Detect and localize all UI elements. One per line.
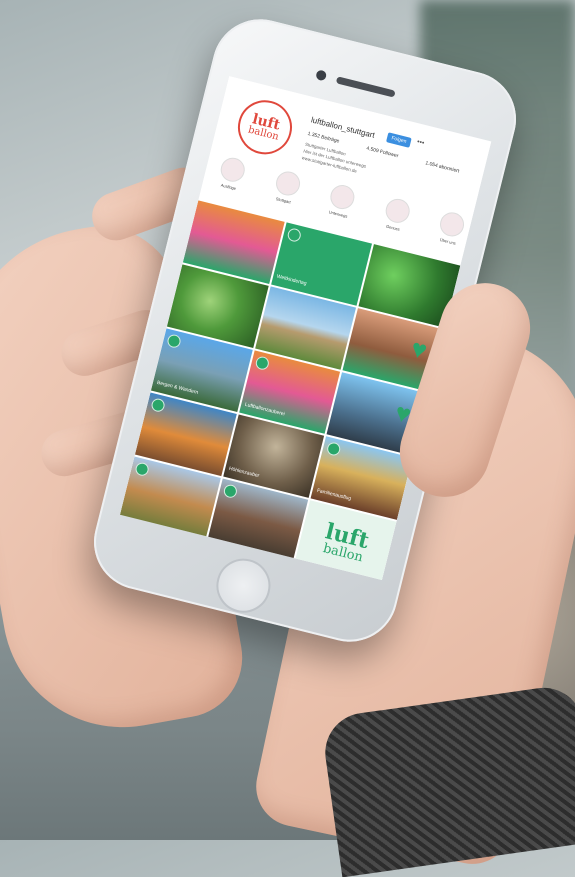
profile-avatar[interactable]: luft ballon [232,94,298,161]
highlight-cover [382,196,412,226]
logo-badge-icon [222,483,238,500]
highlight-label: Genuss [385,223,401,232]
post-caption: Luftballonzauberei [244,401,286,418]
highlight-item[interactable]: Unterwegs [326,182,357,220]
highlight-label: Ausflüge [220,182,237,192]
highlight-label: Stuttgart [275,196,292,205]
highlight-item[interactable]: Ausflüge [216,155,248,192]
follow-button[interactable]: Folgen [386,132,412,148]
logo-badge-icon [166,333,182,350]
highlight-cover [437,209,467,239]
post-caption: Bergen & Wandern [156,379,199,396]
highlight-item[interactable]: Über uns [436,209,467,247]
highlight-item[interactable]: Stuttgart [271,168,303,206]
post-caption: Familienausflug [316,487,352,503]
highlight-cover [327,182,357,212]
highlight-cover [218,155,248,185]
highlight-item[interactable]: Genuss [381,196,412,233]
logo-badge-icon [286,227,302,243]
more-options-icon[interactable]: ••• [416,139,425,148]
highlight-label: Über uns [439,237,457,246]
highlight-cover [273,168,303,198]
logo-badge-icon [134,461,150,478]
highlight-label: Unterwegs [328,209,349,219]
logo-badge-icon [254,355,270,371]
post-caption: Höhlenzauber [228,465,260,480]
logo-badge-icon [150,397,166,414]
logo-badge-icon [326,441,342,457]
post-caption: Weltkindertag [276,273,308,287]
